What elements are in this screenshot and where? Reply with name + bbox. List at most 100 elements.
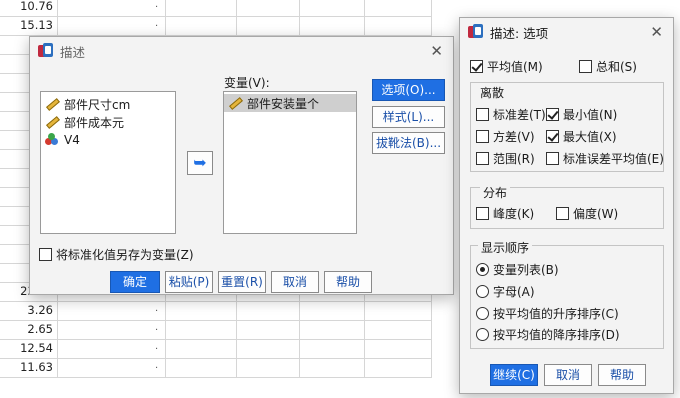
sheet-cell[interactable]: .: [58, 300, 166, 321]
variance-label: 方差(V): [493, 130, 535, 144]
range-checkbox[interactable]: [476, 152, 489, 165]
options-dialog: 描述: 选项 ✕ 平均值(M) 总和(S) 离散 标准差(T) 最小值(N) 方…: [459, 17, 674, 394]
sheet-value-cell[interactable]: 11.63: [0, 357, 58, 378]
variance-checkbox[interactable]: [476, 130, 489, 143]
sheet-dot: .: [155, 341, 159, 352]
close-icon[interactable]: ✕: [650, 23, 663, 41]
sheet-cell[interactable]: [365, 338, 432, 359]
sheet-cell[interactable]: .: [58, 319, 166, 340]
close-icon[interactable]: ✕: [430, 42, 443, 60]
source-var-item[interactable]: V4: [41, 131, 175, 149]
variance-option[interactable]: 方差(V): [476, 128, 535, 145]
sheet-dot: .: [155, 303, 159, 314]
spss-app-icon: [38, 43, 54, 59]
options-cancel-button[interactable]: 取消: [544, 364, 592, 386]
ok-button[interactable]: 确定: [110, 271, 160, 293]
min-checkbox[interactable]: [546, 108, 559, 121]
min-label: 最小值(N): [563, 108, 618, 122]
sheet-cell[interactable]: [237, 15, 300, 36]
help-button[interactable]: 帮助: [324, 271, 372, 293]
order-alpha-radio[interactable]: [476, 285, 489, 298]
order-alpha-option[interactable]: 字母(A): [476, 283, 535, 300]
sheet-cell[interactable]: [166, 338, 237, 359]
max-checkbox[interactable]: [546, 130, 559, 143]
describe-titlebar: 描述 ✕: [30, 37, 453, 65]
dispersion-title: 离散: [480, 86, 505, 100]
reset-button[interactable]: 重置(R): [218, 271, 266, 293]
sheet-cell[interactable]: [166, 319, 237, 340]
std-checkbox[interactable]: [476, 108, 489, 121]
order-desc-label: 按平均值的降序排序(D): [493, 328, 620, 342]
target-variable-list[interactable]: 部件安装量个: [223, 91, 357, 234]
sheet-cell[interactable]: [237, 357, 300, 378]
sheet-cell[interactable]: [365, 357, 432, 378]
describe-dialog: 描述 ✕ 部件尺寸cm 部件成本元 V4 ➥ 变量(V): 部件安装量个 选项(…: [29, 36, 454, 295]
scale-ruler-icon: [45, 115, 60, 129]
sheet-cell[interactable]: .: [58, 338, 166, 359]
sheet-value-cell[interactable]: 3.26: [0, 300, 58, 321]
sheet-cell[interactable]: [237, 338, 300, 359]
range-option[interactable]: 范围(R): [476, 150, 535, 167]
cancel-button[interactable]: 取消: [271, 271, 319, 293]
sum-label: 总和(S): [596, 60, 637, 74]
std-option[interactable]: 标准差(T): [476, 106, 546, 123]
display-order-title: 显示顺序: [478, 239, 533, 256]
order-varlist-radio[interactable]: [476, 263, 489, 276]
sheet-dot: .: [155, 322, 159, 333]
mean-checkbox[interactable]: [470, 60, 483, 73]
spss-app-icon: [468, 24, 484, 40]
sum-option[interactable]: 总和(S): [579, 58, 637, 75]
sum-checkbox[interactable]: [579, 60, 592, 73]
order-desc-radio[interactable]: [476, 328, 489, 341]
sheet-cell[interactable]: [365, 15, 432, 36]
sheet-cell[interactable]: [166, 15, 237, 36]
sheet-cell[interactable]: [300, 300, 365, 321]
options-help-button[interactable]: 帮助: [598, 364, 646, 386]
kurtosis-label: 峰度(K): [493, 207, 535, 221]
mean-option[interactable]: 平均值(M): [470, 58, 543, 75]
sheet-value-cell[interactable]: 2.65: [0, 319, 58, 340]
sheet-cell[interactable]: .: [58, 15, 166, 36]
sheet-cell[interactable]: [300, 357, 365, 378]
sheet-cell[interactable]: [237, 319, 300, 340]
move-variable-button[interactable]: ➥: [187, 151, 213, 175]
se-mean-option[interactable]: 标准误差平均值(E): [546, 150, 664, 167]
sheet-cell[interactable]: [166, 300, 237, 321]
bootstrap-button[interactable]: 拔靴法(B)...: [372, 132, 445, 154]
skewness-option[interactable]: 偏度(W): [556, 205, 618, 222]
kurtosis-option[interactable]: 峰度(K): [476, 205, 534, 222]
sheet-value-cell[interactable]: 15.13: [0, 15, 58, 36]
sheet-cell[interactable]: [300, 319, 365, 340]
kurtosis-checkbox[interactable]: [476, 207, 489, 220]
source-variable-list[interactable]: 部件尺寸cm 部件成本元 V4: [40, 91, 176, 234]
sheet-cell[interactable]: [300, 338, 365, 359]
target-var-item[interactable]: 部件安装量个: [224, 94, 356, 112]
nominal-circles-icon: [45, 133, 59, 147]
save-standardized-option[interactable]: 将标准化值另存为变量(Z): [39, 246, 194, 263]
continue-button[interactable]: 继续(C): [490, 364, 538, 386]
save-standardized-checkbox[interactable]: [39, 248, 52, 261]
source-var-label: 部件成本元: [64, 115, 125, 130]
min-option[interactable]: 最小值(N): [546, 106, 617, 123]
sheet-cell[interactable]: .: [58, 357, 166, 378]
order-asc-radio[interactable]: [476, 307, 489, 320]
order-asc-option[interactable]: 按平均值的升序排序(C): [476, 305, 619, 322]
variables-label: 变量(V):: [224, 76, 270, 90]
sheet-cell[interactable]: [237, 300, 300, 321]
paste-button[interactable]: 粘贴(P): [165, 271, 213, 293]
sheet-cell[interactable]: [365, 300, 432, 321]
se-mean-checkbox[interactable]: [546, 152, 559, 165]
mean-label: 平均值(M): [487, 60, 543, 74]
sheet-cell[interactable]: [166, 357, 237, 378]
options-button[interactable]: 选项(O)...: [372, 79, 445, 101]
order-varlist-option[interactable]: 变量列表(B): [476, 261, 559, 278]
source-var-item[interactable]: 部件成本元: [41, 113, 175, 131]
max-option[interactable]: 最大值(X): [546, 128, 617, 145]
source-var-item[interactable]: 部件尺寸cm: [41, 95, 175, 113]
skewness-checkbox[interactable]: [556, 207, 569, 220]
order-desc-option[interactable]: 按平均值的降序排序(D): [476, 326, 620, 343]
sheet-cell[interactable]: [300, 15, 365, 36]
sheet-cell[interactable]: [365, 319, 432, 340]
style-button[interactable]: 样式(L)...: [372, 106, 445, 128]
sheet-value-cell[interactable]: 12.54: [0, 338, 58, 359]
